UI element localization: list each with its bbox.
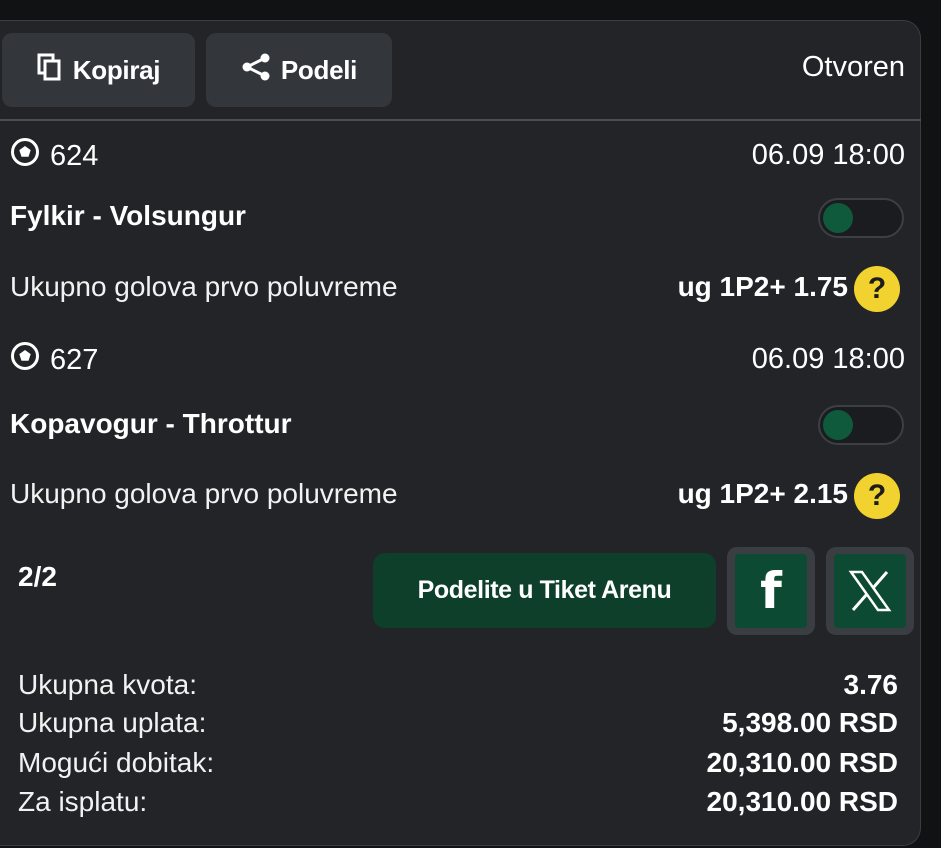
summary-label: Za isplatu: [18,786,148,817]
summary-label: Ukupna uplata: [18,707,207,738]
selection-count: 2/2 [18,561,57,592]
match-datetime: 06.09 18:00 [751,343,905,375]
match-toggle[interactable] [818,405,904,445]
toggle-knob [823,203,853,233]
x-icon [834,554,906,628]
share-tiket-arena-button[interactable]: Podelite u Tiket Arenu [373,553,716,628]
copy-button[interactable]: Kopiraj [2,33,195,107]
match-header: 624 06.09 18:00 [0,137,921,177]
x-share-button[interactable] [826,547,914,635]
market-name: Ukupno golova prvo poluvreme [10,271,398,302]
pick-odds: ug 1P2+ 2.15 [677,478,848,509]
match-header: 627 06.09 18:00 [0,341,921,381]
summary-row: Ukupna uplata: 5,398.00 RSD [18,707,898,743]
share-icon [241,53,271,88]
match-id-text: 624 [50,139,99,172]
match-teams: Fylkir - Volsungur [10,200,246,231]
share-button[interactable]: Podeli [206,33,392,107]
toggle-knob [823,410,853,440]
match-id: 627 [10,341,98,379]
summary-label: Ukupna kvota: [18,669,197,700]
facebook-share-button[interactable]: f [727,547,815,635]
share-button-label: Podeli [280,54,358,85]
summary-label: Mogući dobitak: [18,747,215,778]
facebook-icon: f [735,554,807,628]
match-id-text: 627 [50,343,99,376]
match-datetime: 06.09 18:00 [751,139,905,171]
summary-row: Mogući dobitak: 20,310.00 RSD [18,747,898,783]
ticket-status: Otvoren [801,51,905,83]
help-icon[interactable]: ? [854,266,900,312]
summary-value: 20,310.00 RSD [706,747,898,778]
match-teams: Kopavogur - Throttur [10,408,292,439]
soccer-ball-icon [10,137,40,175]
copy-button-label: Kopiraj [72,54,161,85]
pick-odds: ug 1P2+ 1.75 [677,271,848,302]
market-name: Ukupno golova prvo poluvreme [10,478,398,509]
summary-value: 3.76 [843,669,899,700]
help-icon[interactable]: ? [854,473,900,519]
summary-row: Za isplatu: 20,310.00 RSD [18,786,898,822]
facebook-glyph: f [760,562,782,620]
ticket-card: Kopiraj Podeli Otvoren 624 06.09 18:00 F… [0,20,921,846]
copy-icon [37,53,63,88]
summary-row: Ukupna kvota: 3.76 [18,669,898,705]
match-toggle[interactable] [818,198,904,238]
match-id: 624 [10,137,98,175]
summary-value: 20,310.00 RSD [706,786,898,817]
summary-value: 5,398.00 RSD [722,707,898,738]
soccer-ball-icon [10,341,40,379]
divider [0,119,921,121]
ticket-toolbar: Kopiraj Podeli Otvoren [0,21,921,119]
